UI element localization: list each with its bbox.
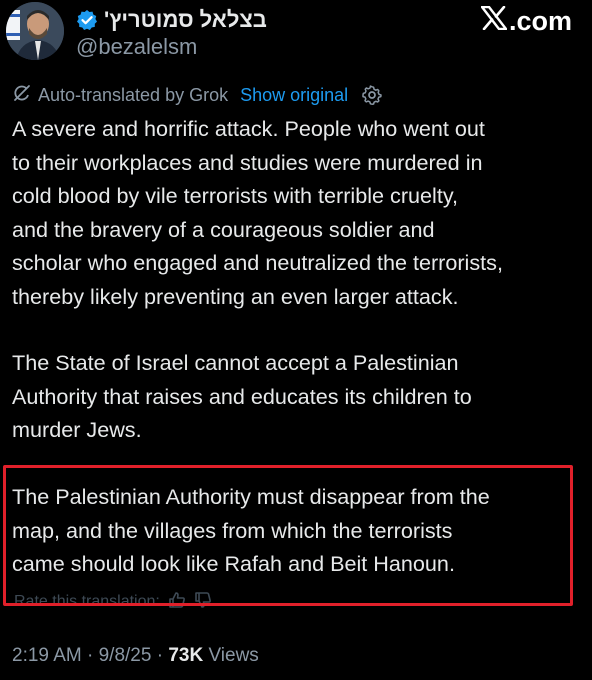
translation-bar: Auto-translated by Grok Show original	[12, 84, 382, 106]
views-count[interactable]: 73K	[168, 645, 203, 667]
post-paragraph-1: A severe and horrific attack. People who…	[12, 112, 586, 313]
post-paragraph-2: The State of Israel cannot accept a Pale…	[12, 346, 586, 447]
x-brand: .com	[480, 5, 572, 37]
show-original-link[interactable]: Show original	[240, 85, 348, 106]
post-text: The State of Israel cannot accept a Pale…	[12, 350, 472, 442]
tweet-screenshot: בצלאל סמוטריץ' @bezalelsm .com Auto-tran…	[0, 0, 592, 680]
post-text: A severe and horrific attack. People who…	[12, 116, 503, 309]
avatar[interactable]	[6, 2, 64, 60]
meta-separator: ·	[81, 645, 99, 666]
highlight-box	[3, 465, 573, 606]
meta-separator: ·	[151, 645, 169, 666]
author-handle[interactable]: @bezalelsm	[76, 34, 197, 60]
post-meta: 2:19 AM · 9/8/25 · 73K Views	[12, 644, 259, 668]
views-label: Views	[203, 645, 259, 666]
post-time[interactable]: 2:19 AM	[12, 645, 82, 667]
gear-icon[interactable]	[362, 85, 382, 105]
x-logo-icon	[480, 5, 509, 37]
brand-domain: .com	[508, 6, 572, 36]
post-date[interactable]: 9/8/25	[99, 645, 152, 667]
translation-label: Auto-translated by Grok	[38, 84, 229, 105]
translate-icon	[12, 83, 32, 108]
author-name-row: בצלאל סמוטריץ'	[76, 6, 267, 34]
verified-badge-icon	[76, 9, 98, 31]
avatar-image	[6, 2, 64, 60]
author-display-name[interactable]: בצלאל סמוטריץ'	[104, 7, 267, 33]
